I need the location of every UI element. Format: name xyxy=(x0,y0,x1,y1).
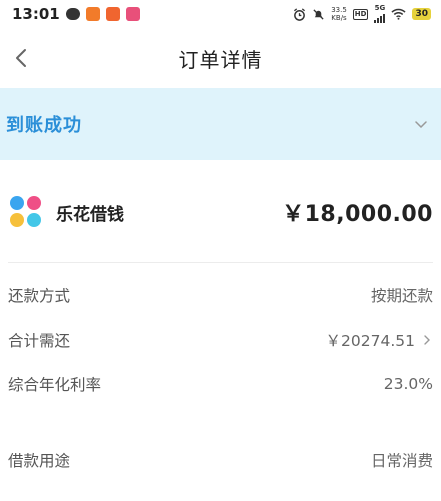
chevron-right-icon[interactable] xyxy=(421,334,433,346)
detail-label: 合计需还 xyxy=(8,332,71,350)
status-right: 33.5 KB/s HD 5G 30 xyxy=(293,5,431,23)
status-time: 13:01 xyxy=(12,5,60,23)
cellular-signal: 5G xyxy=(374,4,386,23)
loan-amount: ￥18,000.00 xyxy=(282,202,433,227)
detail-value: 23.0% xyxy=(384,375,433,393)
battery-indicator: 30 xyxy=(412,8,431,20)
lehua-logo-icon xyxy=(10,196,42,228)
message-notification-icon xyxy=(65,8,80,20)
status-bar: 13:01 33.5 KB/s HD 5G 30 xyxy=(0,0,441,28)
detail-label: 还款方式 xyxy=(8,287,71,305)
detail-value-text: 日常消费 xyxy=(370,452,433,470)
detail-label: 借款用途 xyxy=(8,452,71,470)
order-status-text: 到账成功 xyxy=(6,115,82,136)
product-name: 乐花借钱 xyxy=(56,204,124,225)
network-speed-value: 33.5 xyxy=(331,6,347,14)
app-notification-icon xyxy=(85,7,100,21)
wifi-icon xyxy=(391,8,407,20)
network-type: 5G xyxy=(374,4,386,12)
page-title: 订单详情 xyxy=(178,47,263,72)
hd-badge: HD xyxy=(352,8,369,20)
detail-value[interactable]: ￥20274.51 xyxy=(326,329,433,351)
signal-icon xyxy=(374,12,386,23)
detail-row-total-due[interactable]: 合计需还 ￥20274.51 xyxy=(0,325,441,355)
app-notification-icon xyxy=(105,7,120,21)
divider xyxy=(8,262,433,263)
detail-row-apr: 综合年化利率 23.0% xyxy=(0,369,441,399)
alarm-icon xyxy=(294,7,306,21)
back-arrow-icon[interactable] xyxy=(10,46,34,70)
order-status-banner[interactable]: 到账成功 xyxy=(0,88,441,160)
loan-product-row: 乐花借钱 ￥18,000.00 xyxy=(0,182,441,242)
detail-row-repayment-method: 还款方式 按期还款 xyxy=(0,280,441,310)
detail-value: 按期还款 xyxy=(371,284,433,306)
detail-value-text: 按期还款 xyxy=(370,287,433,305)
nav-bar: 订单详情 xyxy=(0,28,441,88)
network-speed-unit: KB/s xyxy=(331,14,347,22)
detail-value: 日常消费 xyxy=(371,449,433,471)
detail-row-loan-purpose: 借款用途 日常消费 xyxy=(0,445,441,475)
network-speed: 33.5 KB/s xyxy=(331,6,347,22)
detail-value-text: 23.0% xyxy=(383,375,433,393)
detail-value-text: ￥20274.51 xyxy=(325,332,415,350)
mute-bell-icon xyxy=(313,8,324,20)
chevron-down-icon[interactable] xyxy=(413,116,429,132)
status-left: 13:01 xyxy=(12,5,140,23)
detail-label: 综合年化利率 xyxy=(8,376,102,394)
app-notification-icon xyxy=(125,7,140,21)
